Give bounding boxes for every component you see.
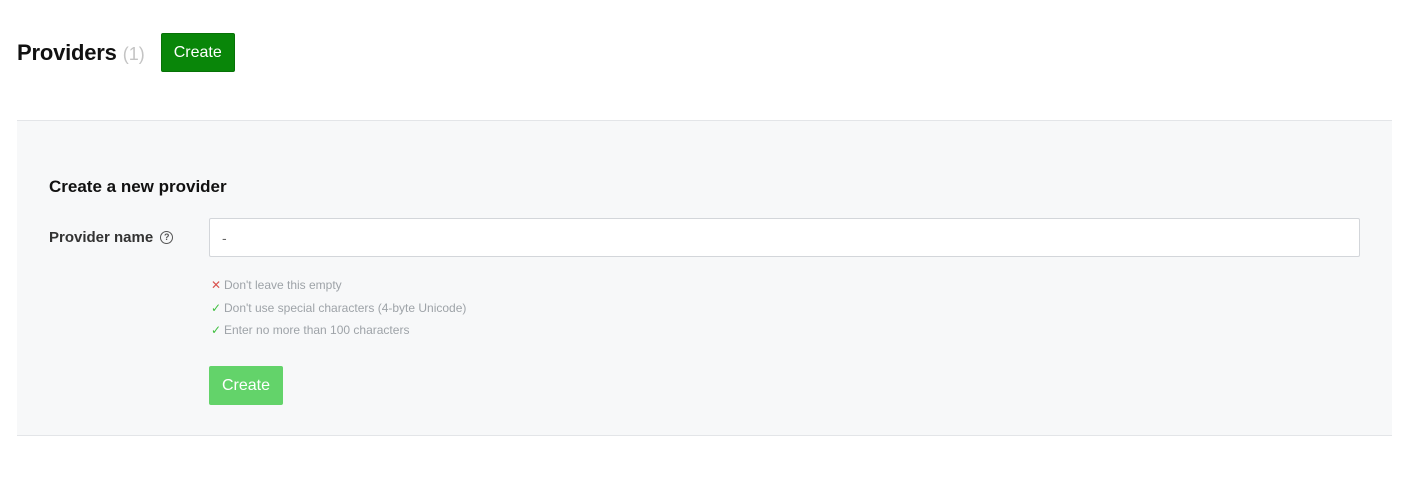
check-icon: ✓	[210, 300, 222, 315]
page-header: Providers (1) Create	[17, 33, 235, 72]
validation-rule: ✕ Don't leave this empty	[210, 274, 466, 297]
validation-rule: ✓ Don't use special characters (4-byte U…	[210, 297, 466, 320]
cross-icon: ✕	[210, 278, 222, 293]
provider-name-label: Provider name ?	[49, 229, 174, 246]
check-icon: ✓	[210, 323, 222, 338]
validation-rule-text: Don't leave this empty	[224, 278, 342, 293]
header-create-button[interactable]: Create	[160, 33, 235, 72]
validation-rule-text: Don't use special characters (4-byte Uni…	[224, 300, 467, 315]
panel-title: Create a new provider	[49, 177, 227, 196]
page-title: Providers	[17, 39, 117, 65]
submit-create-button[interactable]: Create	[209, 366, 283, 405]
provider-count: (1)	[122, 43, 145, 64]
provider-name-input[interactable]	[209, 218, 1360, 257]
provider-name-label-text: Provider name	[49, 229, 154, 246]
help-icon[interactable]: ?	[160, 231, 174, 244]
validation-rule: ✓ Enter no more than 100 characters	[210, 319, 466, 342]
create-provider-panel: Create a new provider Provider name ? ✕ …	[17, 120, 1392, 436]
validation-rule-text: Enter no more than 100 characters	[224, 323, 410, 338]
validation-rules: ✕ Don't leave this empty ✓ Don't use spe…	[210, 274, 466, 342]
